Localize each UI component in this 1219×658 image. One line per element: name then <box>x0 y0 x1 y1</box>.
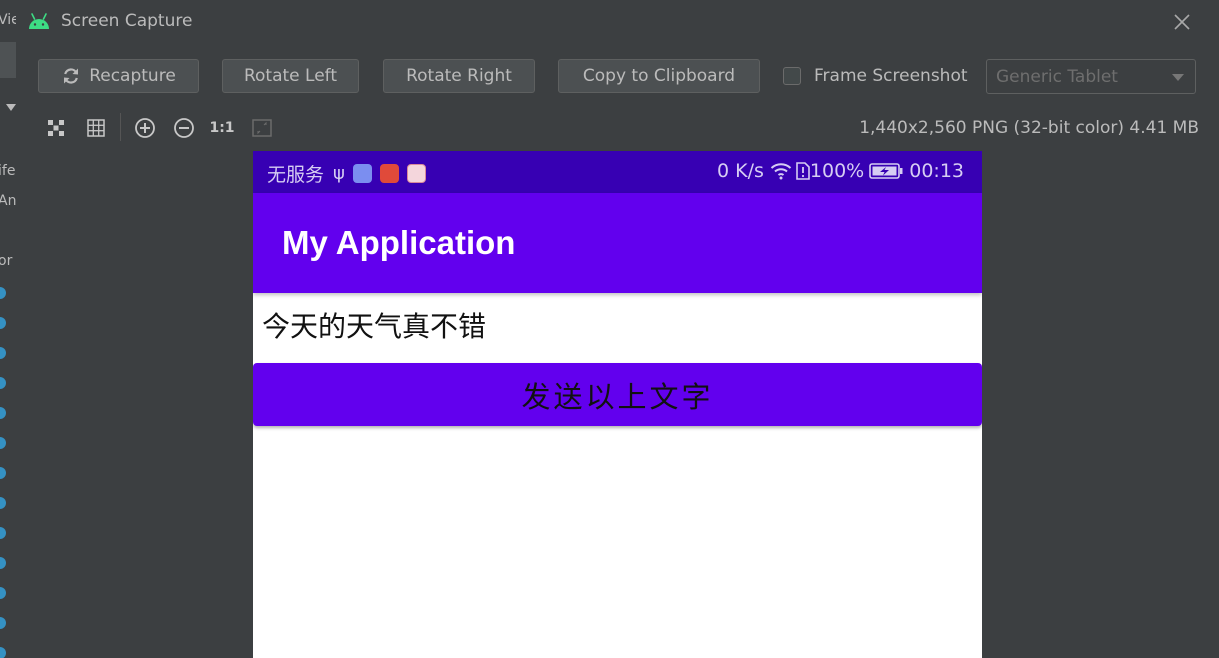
ide-list-icon[interactable] <box>0 587 6 599</box>
ide-list-icon[interactable] <box>0 377 6 389</box>
ide-text-fragment: And <box>0 193 17 209</box>
rotate-left-button[interactable]: Rotate Left <box>222 59 359 93</box>
actual-size-label: 1:1 <box>209 120 235 136</box>
app-title: My Application <box>282 224 516 261</box>
send-text-label: 发送以上文字 <box>521 379 714 414</box>
expand-arrow-icon[interactable] <box>6 104 16 111</box>
zoom-in-icon[interactable] <box>134 117 156 139</box>
fit-screen-icon[interactable] <box>251 117 273 139</box>
ide-background-panel: Vie ife And or <box>0 0 17 658</box>
ide-list-icon[interactable] <box>0 347 6 359</box>
copy-to-clipboard-label: Copy to Clipboard <box>582 66 736 86</box>
ide-text-fragment: ife <box>0 163 16 179</box>
screen-capture-dialog: Screen Capture Recapture Rotate Left Rot… <box>16 0 1219 658</box>
ide-list-icon[interactable] <box>0 527 6 539</box>
toolbar-divider <box>120 113 121 141</box>
copy-to-clipboard-button[interactable]: Copy to Clipboard <box>558 59 760 93</box>
ide-list-icon[interactable] <box>0 617 6 629</box>
zoom-out-icon[interactable] <box>173 117 195 139</box>
clock-text: 00:13 <box>909 160 964 182</box>
ide-list-icon[interactable] <box>0 467 6 479</box>
send-text-button[interactable]: 发送以上文字 <box>253 363 982 426</box>
ide-list-icon[interactable] <box>0 647 6 658</box>
battery-charging-icon <box>869 163 903 179</box>
dialog-titlebar[interactable]: Screen Capture <box>16 0 1219 44</box>
battery-percent-text: 100% <box>809 160 865 182</box>
refresh-icon <box>61 66 81 86</box>
recapture-button[interactable]: Recapture <box>38 59 199 93</box>
status-bar-left: 无服务 ψ <box>267 160 426 187</box>
dialog-title: Screen Capture <box>61 11 193 31</box>
frame-screenshot-checkbox[interactable] <box>783 67 801 85</box>
net-speed-text: 0 K/s <box>717 160 764 182</box>
ide-list-icon[interactable] <box>0 317 6 329</box>
device-frame-value: Generic Tablet <box>996 66 1118 87</box>
app-bar: My Application <box>253 193 982 293</box>
chevron-down-icon <box>1172 74 1184 81</box>
rotate-right-button[interactable]: Rotate Right <box>383 59 535 93</box>
wifi-icon <box>770 163 792 180</box>
close-icon[interactable] <box>1170 10 1194 34</box>
ide-list-icon[interactable] <box>0 287 6 299</box>
ide-list-icon[interactable] <box>0 497 6 509</box>
app-notification-icon <box>352 164 372 183</box>
status-bar: 无服务 ψ 0 K/s 100% 00:13 <box>253 151 982 193</box>
frame-screenshot-label[interactable]: Frame Screenshot <box>814 66 968 86</box>
usb-icon: ψ <box>333 163 345 184</box>
carrier-text: 无服务 <box>267 164 325 186</box>
app-notification-icon <box>406 164 426 183</box>
ide-list-icon[interactable] <box>0 557 6 569</box>
rotate-left-label: Rotate Left <box>243 66 338 86</box>
checkerboard-background-icon[interactable] <box>45 117 67 139</box>
image-info: 1,440x2,560 PNG (32-bit color) 4.41 MB <box>859 118 1199 138</box>
rotate-right-label: Rotate Right <box>406 66 512 86</box>
sim-alert-icon <box>796 162 810 180</box>
ide-selected-row <box>0 42 16 78</box>
ide-list-icon[interactable] <box>0 407 6 419</box>
android-icon <box>29 13 49 29</box>
status-bar-right: 0 K/s 100% 00:13 <box>717 160 964 182</box>
ide-list-icon[interactable] <box>0 437 6 449</box>
ide-text-fragment: or <box>0 253 13 269</box>
app-notification-icon <box>379 164 399 183</box>
screenshot-preview: 无服务 ψ 0 K/s 100% 00:13 My Application 今天… <box>253 151 982 658</box>
ide-text-fragment: Vie <box>0 12 16 28</box>
device-frame-select[interactable]: Generic Tablet <box>986 59 1196 94</box>
recapture-label: Recapture <box>89 66 176 86</box>
grid-icon[interactable] <box>85 117 107 139</box>
text-content: 今天的天气真不错 <box>262 310 487 343</box>
actual-size-button[interactable]: 1:1 <box>209 117 235 139</box>
